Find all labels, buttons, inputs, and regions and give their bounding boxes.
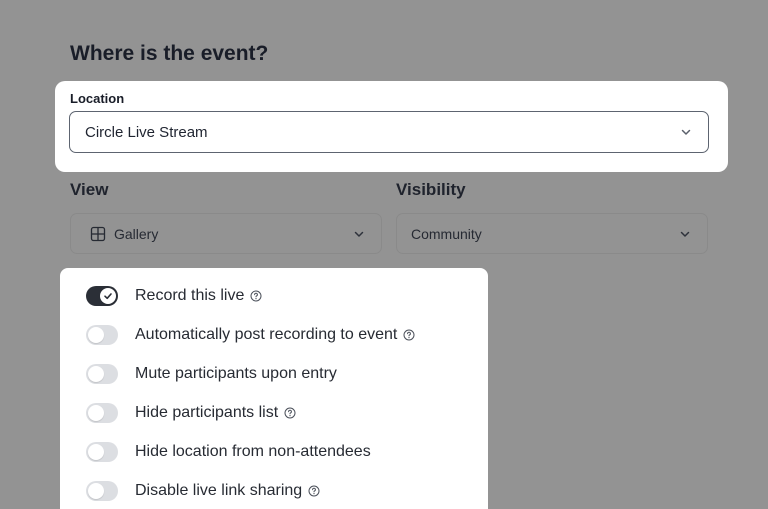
option-hide-location: Hide location from non-attendees <box>86 441 371 463</box>
visibility-value: Community <box>411 225 482 242</box>
hide-location-toggle[interactable] <box>86 442 118 462</box>
options-card: Record this live Automatically post reco… <box>60 268 488 509</box>
event-settings-page: Where is the event? Location Circle Live… <box>0 0 768 509</box>
mute-participants-toggle[interactable] <box>86 364 118 384</box>
location-value: Circle Live Stream <box>85 123 208 141</box>
toggle-knob <box>88 327 104 343</box>
visibility-label: Visibility <box>396 180 466 199</box>
location-select[interactable]: Circle Live Stream <box>69 111 709 153</box>
disable-link-sharing-toggle[interactable] <box>86 481 118 501</box>
view-select[interactable]: Gallery <box>70 213 382 254</box>
section-title: Where is the event? <box>70 42 269 65</box>
toggle-knob <box>100 288 116 304</box>
option-label: Disable live link sharing <box>135 482 303 499</box>
auto-post-recording-toggle[interactable] <box>86 325 118 345</box>
grid-icon <box>90 226 106 242</box>
location-card: Location Circle Live Stream <box>55 81 728 172</box>
toggle-knob <box>88 444 104 460</box>
option-mute-participants: Mute participants upon entry <box>86 363 337 385</box>
view-value: Gallery <box>114 225 159 242</box>
help-icon[interactable] <box>403 329 415 341</box>
toggle-knob <box>88 483 104 499</box>
location-label: Location <box>70 91 125 106</box>
option-record-live: Record this live <box>86 285 262 307</box>
chevron-down-icon <box>680 126 692 138</box>
option-auto-post-recording: Automatically post recording to event <box>86 324 415 346</box>
chevron-down-icon <box>679 228 691 240</box>
record-live-toggle[interactable] <box>86 286 118 306</box>
option-disable-link-sharing: Disable live link sharing <box>86 480 320 502</box>
help-icon[interactable] <box>250 290 262 302</box>
view-label: View <box>70 180 109 199</box>
hide-participants-toggle[interactable] <box>86 403 118 423</box>
toggle-knob <box>88 405 104 421</box>
help-icon[interactable] <box>308 485 320 497</box>
check-icon <box>104 293 112 300</box>
option-label: Record this live <box>135 287 245 304</box>
option-label: Mute participants upon entry <box>135 365 337 382</box>
option-label: Hide location from non-attendees <box>135 443 371 460</box>
option-label: Automatically post recording to event <box>135 326 398 343</box>
help-icon[interactable] <box>284 407 296 419</box>
toggle-knob <box>88 366 104 382</box>
option-label: Hide participants list <box>135 404 279 421</box>
visibility-select[interactable]: Community <box>396 213 708 254</box>
chevron-down-icon <box>353 228 365 240</box>
option-hide-participants: Hide participants list <box>86 402 296 424</box>
